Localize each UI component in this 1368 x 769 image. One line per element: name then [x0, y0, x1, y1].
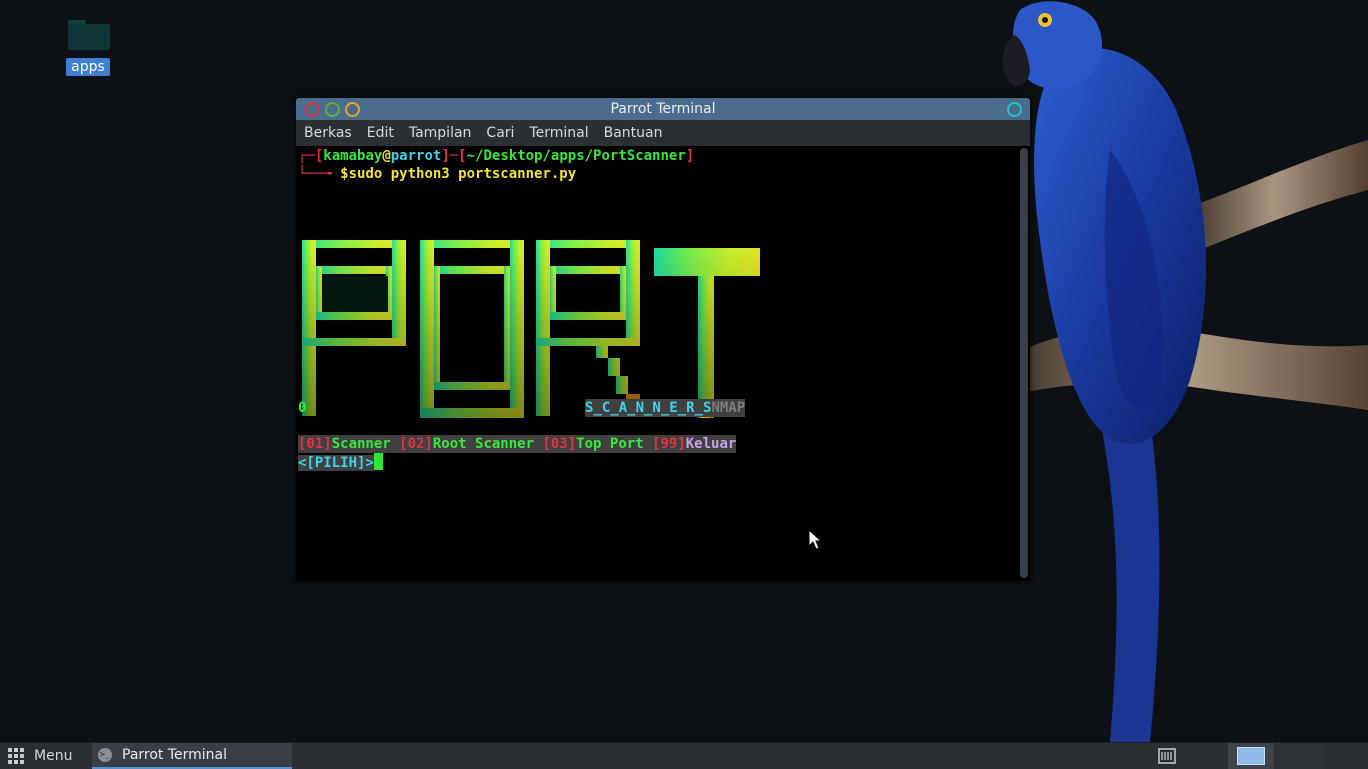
network-tray-icon[interactable]	[1158, 748, 1176, 764]
menu-berkas[interactable]: Berkas	[304, 125, 352, 141]
options-line: [01]Scanner [02]Root Scanner [03]Top Por…	[298, 435, 737, 453]
taskbar: Menu >_ Parrot Terminal	[0, 742, 1368, 769]
port-banner-art	[296, 240, 766, 425]
desktop-icon-apps[interactable]: apps	[62, 18, 114, 76]
maximize-button[interactable]	[345, 102, 360, 117]
command-line: └──╼ $sudo python3 portscanner.py	[298, 166, 577, 182]
window-titlebar[interactable]: Parrot Terminal	[296, 98, 1030, 120]
terminal-scrollbar[interactable]	[1020, 148, 1028, 578]
sticky-button[interactable]	[1007, 102, 1022, 117]
desktop-icon-label: apps	[66, 58, 110, 76]
window-title: Parrot Terminal	[610, 101, 716, 117]
output-zero: 0	[298, 400, 307, 416]
taskbar-item-label: Parrot Terminal	[122, 747, 228, 763]
start-menu-button[interactable]: Menu	[8, 743, 72, 769]
terminal-icon: >_	[98, 748, 112, 762]
menu-cari[interactable]: Cari	[486, 125, 514, 141]
menu-bantuan[interactable]: Bantuan	[604, 125, 663, 141]
minimize-button[interactable]	[325, 102, 340, 117]
start-menu-label: Menu	[34, 748, 73, 764]
close-button[interactable]	[305, 102, 320, 117]
menu-edit[interactable]: Edit	[367, 125, 394, 141]
text-cursor	[373, 453, 383, 470]
apps-grid-icon	[8, 748, 24, 764]
workspace-switcher-2[interactable]	[1276, 743, 1324, 769]
menu-terminal[interactable]: Terminal	[529, 125, 588, 141]
mouse-pointer-icon	[808, 529, 822, 550]
taskbar-item-parrot-terminal[interactable]: >_ Parrot Terminal	[92, 743, 292, 769]
input-prompt: <[PILIH]>	[298, 455, 374, 471]
folder-icon	[66, 18, 110, 50]
subtitle-line: S_C_A_N_N_E_R_SNMAP	[585, 399, 746, 417]
input-line[interactable]: <[PILIH]>	[298, 453, 383, 472]
menu-tampilan[interactable]: Tampilan	[409, 125, 472, 141]
workspace-switcher-1[interactable]	[1228, 743, 1274, 769]
terminal-window[interactable]: Parrot Terminal Berkas Edit Tampilan Car…	[296, 98, 1030, 581]
terminal-output[interactable]: ┌─[kamabay@parrot]─[~/Desktop/apps/PortS…	[296, 146, 1016, 581]
prompt-line: ┌─[kamabay@parrot]─[~/Desktop/apps/PortS…	[298, 148, 695, 164]
menu-bar: Berkas Edit Tampilan Cari Terminal Bantu…	[296, 120, 1030, 146]
